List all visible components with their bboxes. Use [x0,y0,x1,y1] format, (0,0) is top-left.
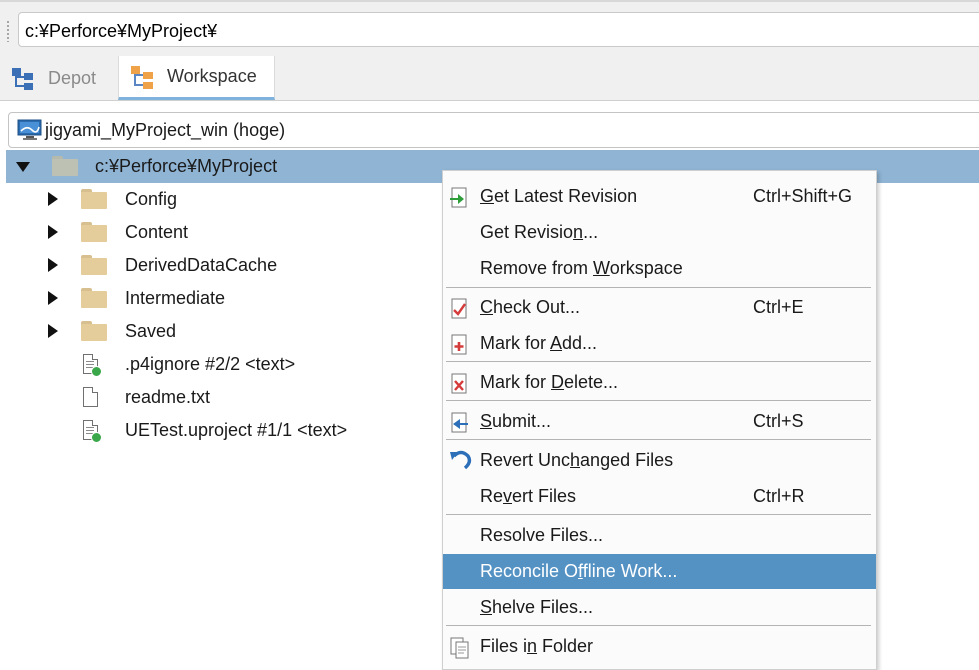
menu-separator [446,287,871,288]
path-input[interactable]: c:¥Perforce¥MyProject¥ [18,12,979,47]
folder-icon [81,189,107,209]
tree-root-label: c:¥Perforce¥MyProject [95,156,278,176]
tree-item-label: UETest.uproject #1/1 <text> [125,420,348,440]
menu-item-label: Remove from Workspace [480,258,683,278]
menu-item-shortcut: Ctrl+S [753,411,804,431]
menu-item-revert-files[interactable]: Revert Files Ctrl+R [443,479,876,514]
menu-item-resolve-files[interactable]: Resolve Files... [443,518,876,553]
tree-item-label: Config [125,189,178,209]
tree-item-label: Content [125,222,189,242]
tab-workspace[interactable]: Workspace [118,56,275,100]
tree-item-label: Saved [125,321,177,341]
folder-icon [81,288,107,308]
folder-icon [81,255,107,275]
menu-item-revert-unchanged-files[interactable]: Revert Unchanged Files [443,443,876,478]
folder-icon [81,321,107,341]
expand-arrow-icon[interactable] [48,324,58,338]
collapse-arrow-icon[interactable] [16,162,30,172]
menu-item-label: Mark for Delete... [480,372,619,392]
menu-separator [446,439,871,440]
mark-for-add-icon [449,334,467,355]
view-tab-bar: Depot Workspace [0,56,979,101]
get-latest-icon [449,187,467,208]
menu-item-label: Files in Folder [480,636,594,656]
menu-item-mark-for-delete[interactable]: Mark for Delete... [443,365,876,400]
files-in-folder-icon [449,637,469,659]
menu-item-label: Revert Files [480,486,577,506]
menu-item-label: Get Revision... [480,222,599,242]
menu-item-shortcut: Ctrl+E [753,297,804,317]
submit-icon [449,412,468,433]
depot-tree-icon [10,64,38,92]
mark-for-delete-icon [449,373,467,394]
menu-item-shortcut: Ctrl+Shift+G [753,186,853,206]
menu-item-label: Submit... [480,411,552,431]
menu-item-label: Check Out... [480,297,581,317]
tree-item-label: DerivedDataCache [125,255,278,275]
file-in-depot-icon [83,354,102,377]
workspace-monitor-icon [17,118,42,142]
menu-item-reconcile-offline-work[interactable]: Reconcile Offline Work... [443,554,876,589]
expand-arrow-icon[interactable] [48,291,58,305]
menu-item-get-revision[interactable]: Get Revision... [443,215,876,250]
workspace-name: jigyami_MyProject_win (hoge) [45,119,286,140]
menu-item-shortcut: Ctrl+R [753,486,805,506]
menu-item-label: Mark for Add... [480,333,598,353]
menu-item-remove-from-workspace[interactable]: Remove from Workspace [443,251,876,286]
menu-item-check-out[interactable]: Check Out... Ctrl+E [443,290,876,325]
menu-item-label: Resolve Files... [480,525,604,545]
expand-arrow-icon[interactable] [48,192,58,206]
menu-item-shelve-files[interactable]: Shelve Files... [443,590,876,625]
path-toolbar: c:¥Perforce¥MyProject¥ [0,0,979,56]
tree-item-label: .p4ignore #2/2 <text> [125,354,296,374]
folder-icon [81,222,107,242]
menu-item-get-latest-revision[interactable]: Get Latest Revision Ctrl+Shift+G [443,179,876,214]
file-in-depot-icon [83,420,102,443]
expand-arrow-icon[interactable] [48,258,58,272]
tab-depot-label: Depot [48,67,97,88]
menu-separator [446,625,871,626]
revert-icon [449,449,472,470]
menu-item-label: Get Latest Revision [480,186,638,206]
menu-item-submit[interactable]: Submit... Ctrl+S [443,404,876,439]
context-menu: Get Latest Revision Ctrl+Shift+G Get Rev… [442,170,877,670]
tab-workspace-label: Workspace [167,66,257,86]
tab-depot[interactable]: Depot [0,56,118,100]
menu-item-label: Revert Unchanged Files [480,450,674,470]
check-out-icon [449,298,467,319]
toolbar-grip-handle[interactable] [6,20,10,42]
menu-separator [446,361,871,362]
menu-item-label: Reconcile Offline Work... [480,561,678,581]
menu-item-files-in-folder[interactable]: Files in Folder [443,629,876,664]
menu-item-mark-for-add[interactable]: Mark for Add... [443,326,876,361]
menu-separator [446,514,871,515]
workspace-selector[interactable]: jigyami_MyProject_win (hoge) [8,112,979,148]
tree-item-label: Intermediate [125,288,226,308]
menu-separator [446,400,871,401]
menu-item-label: Shelve Files... [480,597,594,617]
workspace-tree-icon [129,63,157,91]
folder-icon [52,156,78,176]
local-file-icon [83,387,98,407]
expand-arrow-icon[interactable] [48,225,58,239]
tree-item-label: readme.txt [125,387,211,407]
